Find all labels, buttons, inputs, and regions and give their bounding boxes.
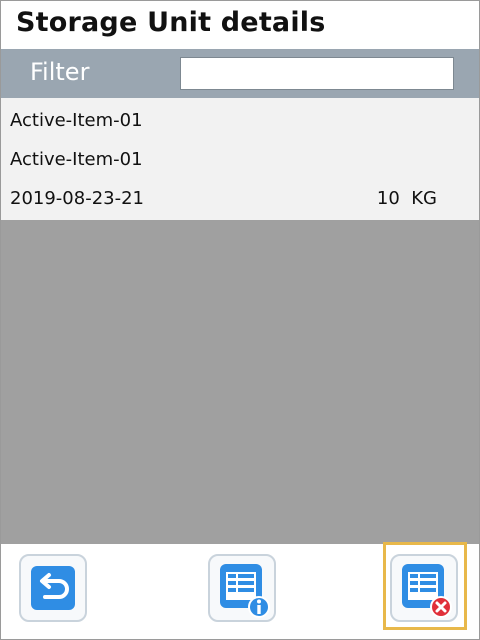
filter-label: Filter: [30, 58, 90, 86]
app-window: Storage Unit details Filter Active-Item-…: [0, 0, 480, 640]
quantity-unit: KG: [411, 188, 437, 209]
filter-input[interactable]: [180, 57, 454, 90]
page-title: Storage Unit details: [16, 7, 326, 38]
back-button[interactable]: [19, 554, 87, 622]
item-list[interactable]: Active-Item-01 Active-Item-01 2019-08-23…: [1, 98, 479, 544]
item-description: Active-Item-01: [10, 149, 143, 170]
bottom-toolbar: [1, 542, 479, 639]
item-date: 2019-08-23-21: [10, 188, 145, 209]
item-name: Active-Item-01: [10, 110, 143, 131]
item-info-button[interactable]: [208, 554, 276, 622]
filter-bar: Filter: [1, 49, 479, 98]
title-bar: Storage Unit details: [1, 1, 479, 49]
selection-highlight: [383, 542, 467, 630]
quantity-value: 10: [376, 188, 400, 209]
list-info-icon: [220, 564, 270, 618]
item-quantity: 10 KG: [377, 188, 437, 209]
list-item[interactable]: Active-Item-01 Active-Item-01 2019-08-23…: [1, 98, 479, 220]
back-arrow-icon: [31, 566, 75, 610]
